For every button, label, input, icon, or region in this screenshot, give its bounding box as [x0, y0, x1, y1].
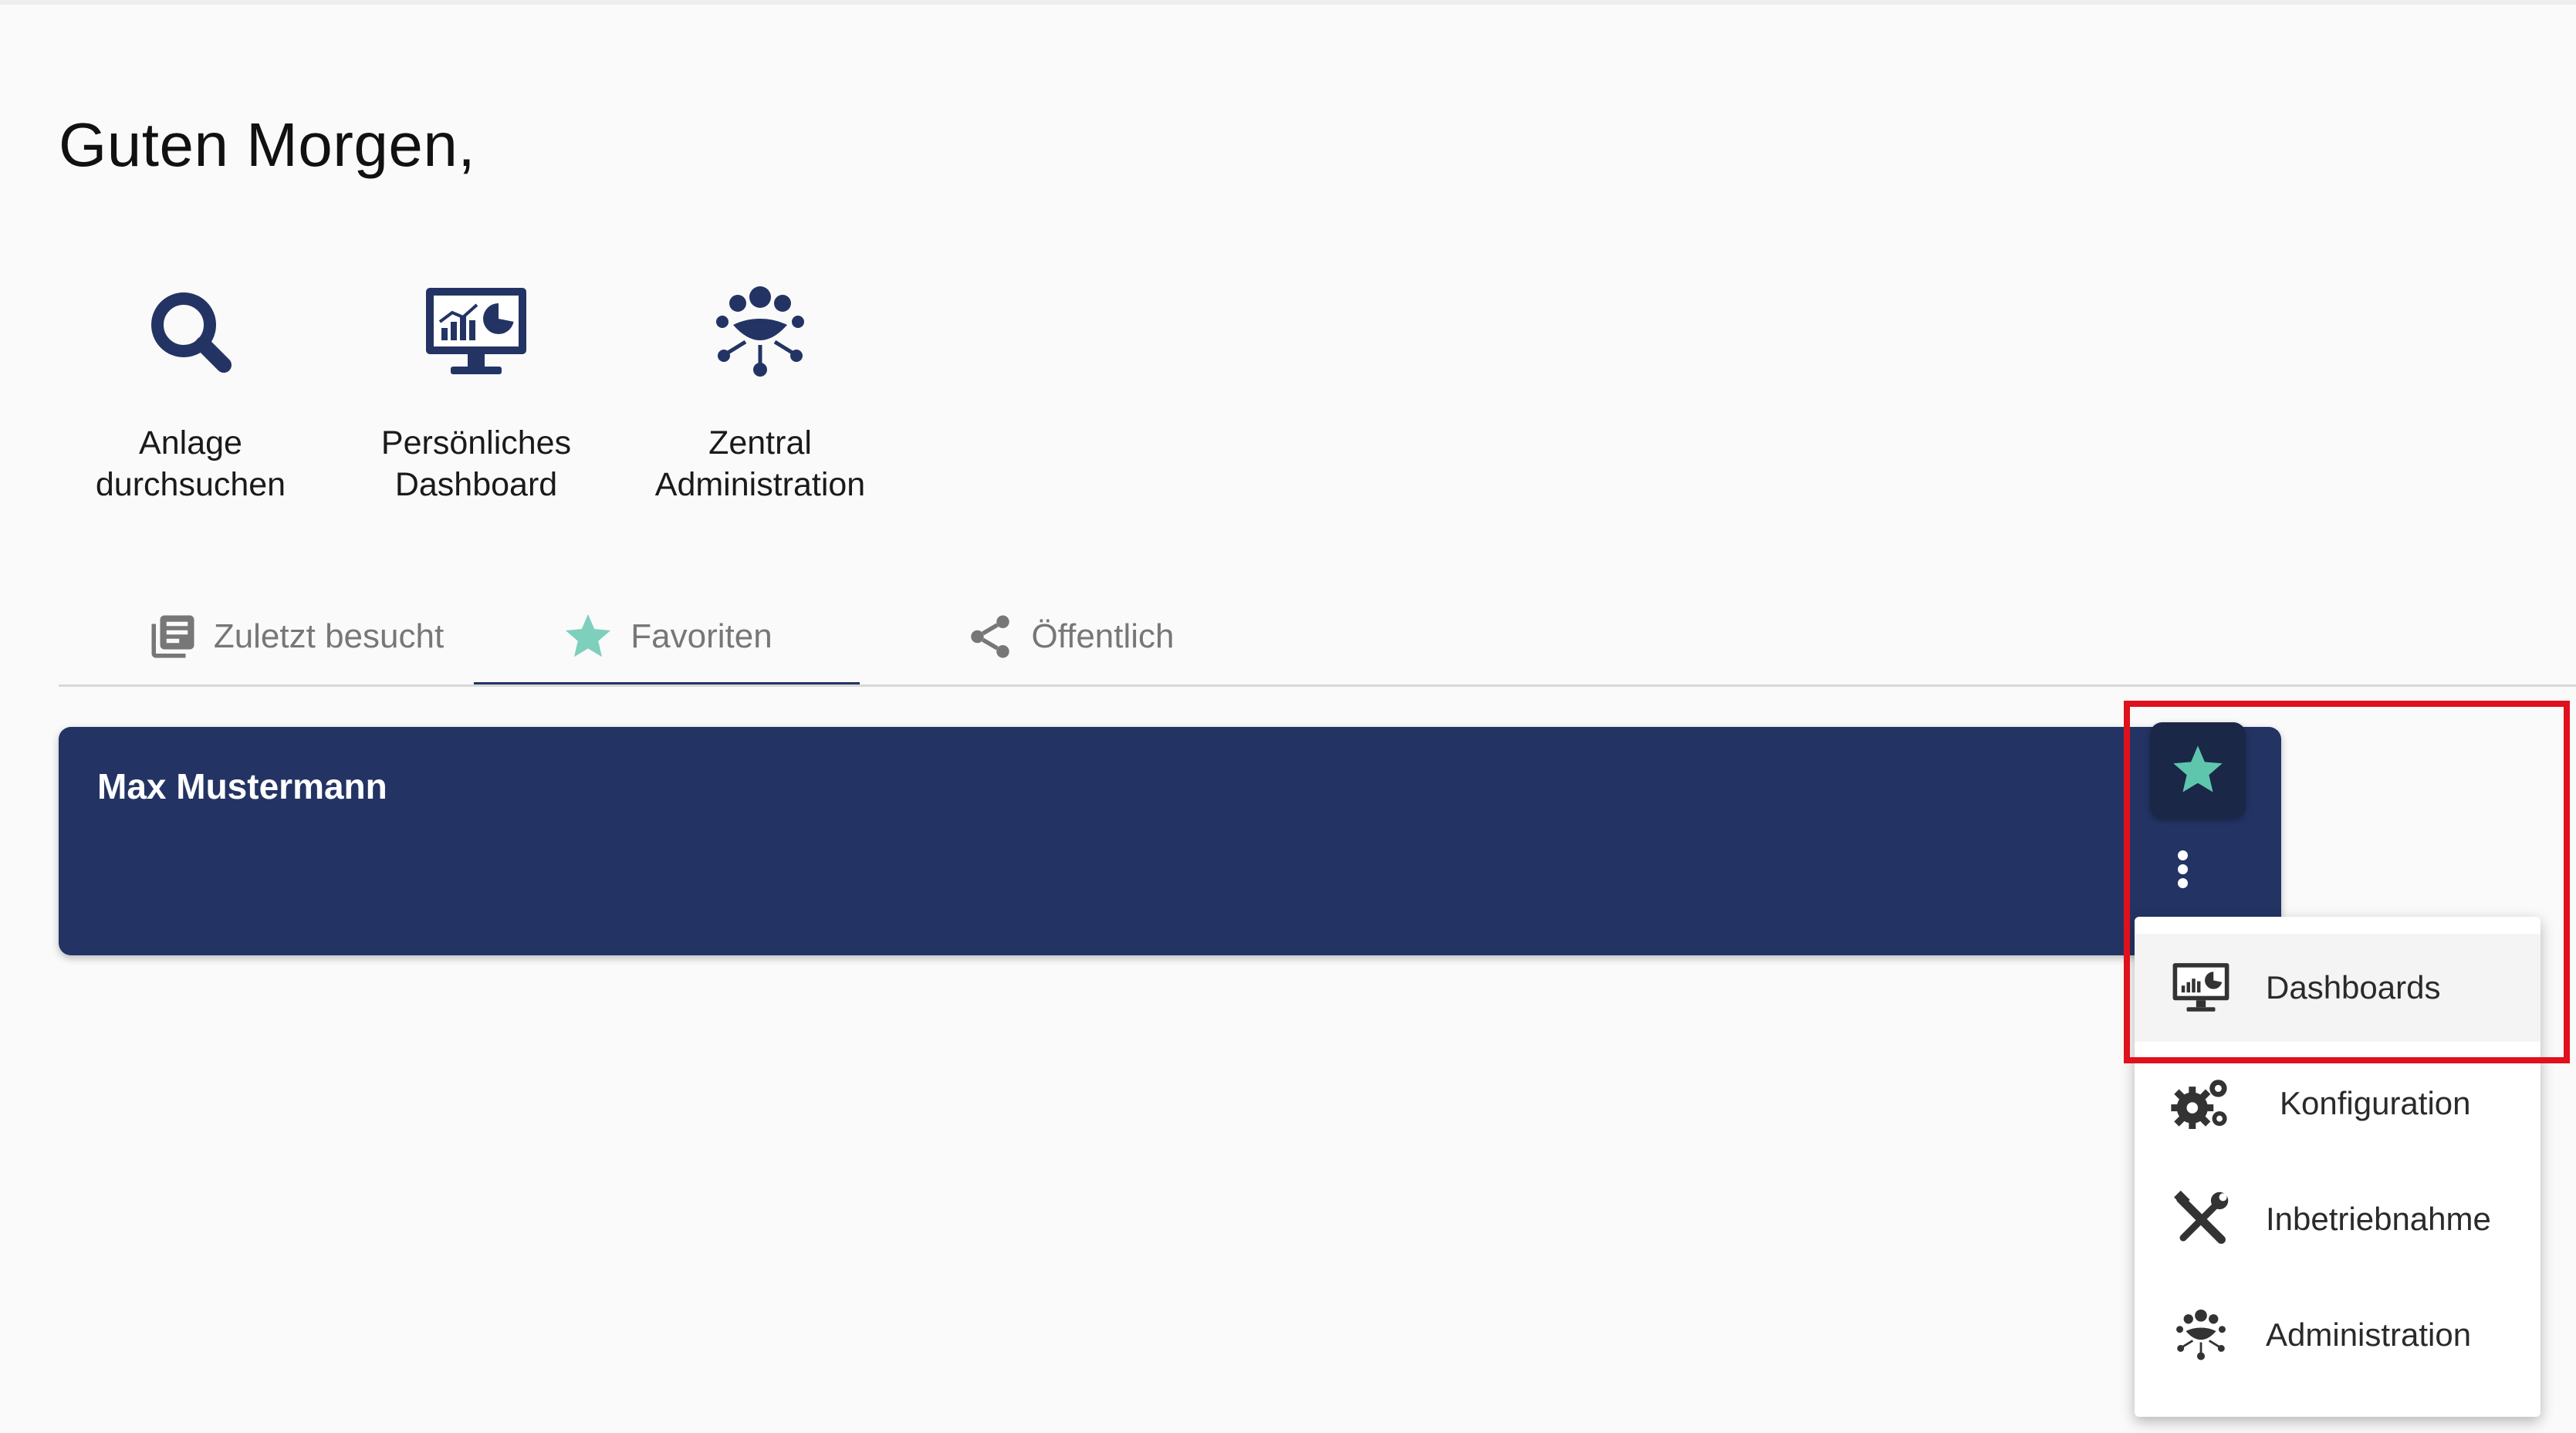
- menu-item-label: Konfiguration: [2280, 1085, 2471, 1121]
- dashboard-monitor-icon: [426, 288, 526, 374]
- tab-recently-visited[interactable]: Zuletzt besucht: [114, 586, 477, 687]
- share-icon: [971, 615, 1010, 658]
- menu-item-label: Administration: [2266, 1316, 2472, 1353]
- quick-action-label: Persönliches Dashboard: [380, 424, 572, 503]
- search-icon: [151, 292, 232, 373]
- star-icon: [566, 613, 611, 657]
- top-border: [0, 0, 2576, 5]
- gears-icon: [2171, 1080, 2227, 1130]
- card-title: Max Mustermann: [97, 766, 387, 806]
- tab-label: Zuletzt besucht: [213, 617, 445, 655]
- menu-item-administration[interactable]: Administration: [2135, 1281, 2541, 1389]
- greeting-heading: Guten Morgen,: [59, 110, 476, 179]
- annotation-highlight-box: [2124, 701, 2570, 1063]
- menu-item-configuration[interactable]: Konfiguration: [2135, 1049, 2541, 1158]
- quick-action-central-administration[interactable]: Zentral Administration: [633, 274, 887, 505]
- tab-public[interactable]: Öffentlich: [908, 586, 1232, 687]
- content-tabs: Zuletzt besucht Favoriten Öffentlich: [59, 586, 2576, 687]
- menu-item-label: Inbetriebnahme: [2266, 1201, 2491, 1237]
- tabs-divider: [59, 684, 2576, 687]
- tools-icon: [2174, 1190, 2229, 1244]
- administration-network-icon: [716, 286, 804, 377]
- tab-label: Öffentlich: [1031, 617, 1175, 655]
- quick-action-label: Zentral Administration: [654, 424, 866, 503]
- quick-action-label: Anlage durchsuchen: [95, 424, 286, 503]
- tab-label: Favoriten: [630, 617, 772, 655]
- favorite-card[interactable]: Max Mustermann: [59, 727, 2281, 955]
- home-page: Guten Morgen, Anlage durchsuchen Persönl…: [0, 0, 2576, 1433]
- recent-list-icon: [151, 615, 194, 658]
- menu-item-commissioning[interactable]: Inbetriebnahme: [2135, 1165, 2541, 1273]
- tab-favorites[interactable]: Favoriten: [474, 586, 860, 687]
- quick-action-personal-dashboard[interactable]: Persönliches Dashboard: [349, 274, 603, 505]
- administration-network-icon: [2176, 1309, 2226, 1360]
- quick-action-search-plant[interactable]: Anlage durchsuchen: [63, 274, 318, 505]
